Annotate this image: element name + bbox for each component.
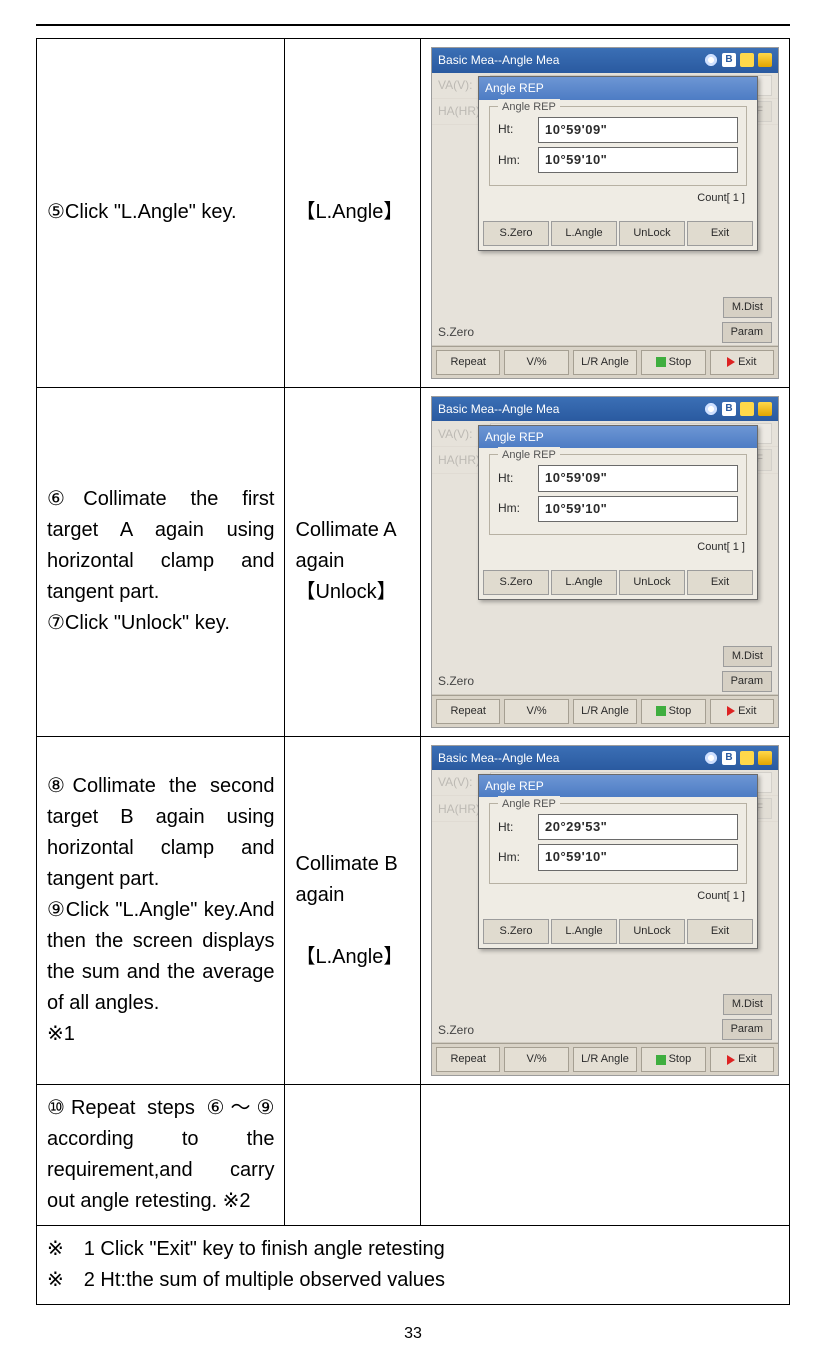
langle-button[interactable]: L.Angle bbox=[551, 570, 617, 595]
szero-side: S.Zero bbox=[438, 323, 484, 342]
bluetooth-icon: B bbox=[722, 751, 736, 765]
szero-button[interactable]: S.Zero bbox=[483, 221, 549, 246]
gear-icon bbox=[704, 402, 718, 416]
gear-icon bbox=[704, 53, 718, 67]
exit-arrow-icon bbox=[727, 357, 735, 367]
window-title: Basic Mea--Angle Mea bbox=[438, 51, 559, 70]
lrangle-button[interactable]: L/R Angle bbox=[573, 699, 637, 724]
page-number: 33 bbox=[36, 1325, 790, 1343]
hm-label: Hm: bbox=[498, 848, 528, 867]
instruction-table: ⑤Click "L.Angle" key. 【L.Angle】 Basic Me… bbox=[36, 38, 790, 1305]
exit-arrow-icon bbox=[727, 1055, 735, 1065]
play-icon bbox=[656, 357, 666, 367]
key-icon bbox=[740, 751, 754, 765]
hm-label: Hm: bbox=[498, 151, 528, 170]
mdist-button[interactable]: M.Dist bbox=[723, 646, 772, 667]
screenshot-cell: Basic Mea--Angle Mea B VA(V): 62°19'10" … bbox=[421, 39, 790, 388]
szero-side: S.Zero bbox=[438, 1021, 484, 1040]
szero-button[interactable]: S.Zero bbox=[483, 570, 549, 595]
battery-icon bbox=[758, 751, 772, 765]
step-text: ⑩Repeat steps ⑥～⑨ according to the requi… bbox=[37, 1085, 285, 1226]
ht-value: 10°59'09" bbox=[538, 117, 738, 143]
bottom-exit-button[interactable]: Exit bbox=[710, 699, 774, 724]
stop-button[interactable]: Stop bbox=[641, 699, 705, 724]
count-label: Count[ 1 ] bbox=[489, 884, 747, 911]
bottom-exit-button[interactable]: Exit bbox=[710, 1047, 774, 1072]
mdist-button[interactable]: M.Dist bbox=[723, 994, 772, 1015]
mdist-button[interactable]: M.Dist bbox=[723, 297, 772, 318]
step-text: ⑧Collimate the second target B again usi… bbox=[37, 736, 285, 1085]
screenshot-cell: Basic Mea--Angle Mea B VA(V): 62°19'10" … bbox=[421, 736, 790, 1085]
szero-side: S.Zero bbox=[438, 672, 484, 691]
key-text: Collimate A again【Unlock】 bbox=[285, 387, 421, 736]
exit-arrow-icon bbox=[727, 706, 735, 716]
unlock-button[interactable]: UnLock bbox=[619, 570, 685, 595]
hm-label: Hm: bbox=[498, 499, 528, 518]
repeat-button[interactable]: Repeat bbox=[436, 1047, 500, 1072]
play-icon bbox=[656, 706, 666, 716]
stop-button[interactable]: Stop bbox=[641, 1047, 705, 1072]
device-screenshot: Basic Mea--Angle Mea B VA(V): 62°19'10" … bbox=[431, 47, 779, 379]
vpct-button[interactable]: V/% bbox=[504, 699, 568, 724]
param-button[interactable]: Param bbox=[722, 322, 772, 343]
key-icon bbox=[740, 402, 754, 416]
angle-rep-dialog: Angle REP Angle REP Ht: 20°29'53" Hm: 10… bbox=[478, 774, 758, 949]
repeat-button[interactable]: Repeat bbox=[436, 350, 500, 375]
window-title: Basic Mea--Angle Mea bbox=[438, 400, 559, 419]
count-label: Count[ 1 ] bbox=[489, 535, 747, 562]
szero-button[interactable]: S.Zero bbox=[483, 919, 549, 944]
group-label: Angle REP bbox=[498, 447, 560, 464]
ht-label: Ht: bbox=[498, 818, 528, 837]
exit-button[interactable]: Exit bbox=[687, 919, 753, 944]
step-text: ⑤Click "L.Angle" key. bbox=[37, 39, 285, 388]
play-icon bbox=[656, 1055, 666, 1065]
langle-button[interactable]: L.Angle bbox=[551, 919, 617, 944]
param-button[interactable]: Param bbox=[722, 671, 772, 692]
hm-value: 10°59'10" bbox=[538, 147, 738, 173]
battery-icon bbox=[758, 53, 772, 67]
window-title: Basic Mea--Angle Mea bbox=[438, 749, 559, 768]
group-label: Angle REP bbox=[498, 796, 560, 813]
dialog-title: Angle REP bbox=[479, 775, 757, 798]
screenshot-cell: Basic Mea--Angle Mea B VA(V): 62°19'10" … bbox=[421, 387, 790, 736]
gear-icon bbox=[704, 751, 718, 765]
angle-rep-dialog: Angle REP Angle REP Ht: 10°59'09" Hm: 10… bbox=[478, 76, 758, 251]
screenshot-cell bbox=[421, 1085, 790, 1226]
battery-icon bbox=[758, 402, 772, 416]
lrangle-button[interactable]: L/R Angle bbox=[573, 350, 637, 375]
ht-value: 20°29'53" bbox=[538, 814, 738, 840]
unlock-button[interactable]: UnLock bbox=[619, 221, 685, 246]
param-button[interactable]: Param bbox=[722, 1019, 772, 1040]
angle-rep-dialog: Angle REP Angle REP Ht: 10°59'09" Hm: 10… bbox=[478, 425, 758, 600]
langle-button[interactable]: L.Angle bbox=[551, 221, 617, 246]
hm-value: 10°59'10" bbox=[538, 496, 738, 522]
lrangle-button[interactable]: L/R Angle bbox=[573, 1047, 637, 1072]
unlock-button[interactable]: UnLock bbox=[619, 919, 685, 944]
count-label: Count[ 1 ] bbox=[489, 186, 747, 213]
key-text: 【L.Angle】 bbox=[285, 39, 421, 388]
exit-button[interactable]: Exit bbox=[687, 570, 753, 595]
dialog-title: Angle REP bbox=[479, 77, 757, 100]
exit-button[interactable]: Exit bbox=[687, 221, 753, 246]
key-text: Collimate B again【L.Angle】 bbox=[285, 736, 421, 1085]
ht-value: 10°59'09" bbox=[538, 465, 738, 491]
key-icon bbox=[740, 53, 754, 67]
bluetooth-icon: B bbox=[722, 53, 736, 67]
device-screenshot: Basic Mea--Angle Mea B VA(V): 62°19'10" … bbox=[431, 396, 779, 728]
ht-label: Ht: bbox=[498, 469, 528, 488]
ht-label: Ht: bbox=[498, 120, 528, 139]
device-screenshot: Basic Mea--Angle Mea B VA(V): 62°19'10" … bbox=[431, 745, 779, 1077]
step-text: ⑥Collimate the first target A again usin… bbox=[37, 387, 285, 736]
hm-value: 10°59'10" bbox=[538, 844, 738, 870]
dialog-title: Angle REP bbox=[479, 426, 757, 449]
vpct-button[interactable]: V/% bbox=[504, 350, 568, 375]
stop-button[interactable]: Stop bbox=[641, 350, 705, 375]
bluetooth-icon: B bbox=[722, 402, 736, 416]
group-label: Angle REP bbox=[498, 99, 560, 116]
key-text bbox=[285, 1085, 421, 1226]
bottom-exit-button[interactable]: Exit bbox=[710, 350, 774, 375]
notes-row: ※ 1 Click "Exit" key to finish angle ret… bbox=[37, 1226, 790, 1305]
vpct-button[interactable]: V/% bbox=[504, 1047, 568, 1072]
repeat-button[interactable]: Repeat bbox=[436, 699, 500, 724]
